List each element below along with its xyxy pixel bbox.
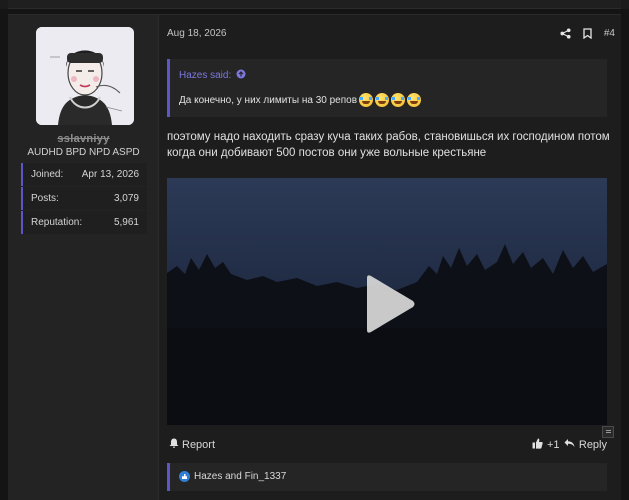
message-text: поэтому надо находить сразу куча таких р… bbox=[167, 131, 610, 159]
rolling-laughing-emoji bbox=[407, 93, 422, 107]
reply-icon bbox=[564, 438, 575, 451]
resize-handle[interactable] bbox=[602, 426, 614, 438]
stat-joined: Joined: Apr 13, 2026 bbox=[21, 163, 147, 186]
avatar[interactable] bbox=[36, 27, 134, 125]
rolling-laughing-emoji bbox=[359, 93, 374, 107]
report-button[interactable]: Report bbox=[169, 438, 215, 451]
reply-button[interactable]: Reply bbox=[564, 438, 607, 451]
report-label[interactable]: Report bbox=[182, 439, 215, 451]
like-reaction-icon bbox=[179, 471, 190, 482]
stat-label: Posts: bbox=[31, 193, 59, 204]
user-info-panel: sslavniyy AUDHD BPD NPD ASPD Joined: Apr… bbox=[8, 15, 159, 500]
react-button[interactable]: +1 bbox=[532, 438, 560, 452]
stat-value: Apr 13, 2026 bbox=[81, 169, 139, 180]
stat-value: 3,079 bbox=[113, 193, 139, 204]
post-actions: #4 bbox=[560, 26, 615, 40]
quote-block: Hazes said: Да конечно, у них лимиты на … bbox=[167, 59, 607, 117]
stat-posts: Posts: 3,079 bbox=[21, 187, 147, 210]
rolling-laughing-emoji bbox=[391, 93, 406, 107]
previous-post-edge bbox=[0, 0, 629, 9]
reactions-summary[interactable]: Hazes and Fin_1337 bbox=[167, 463, 607, 491]
bell-icon bbox=[169, 438, 179, 451]
user-stats: Joined: Apr 13, 2026 Posts: 3,079 Reputa… bbox=[21, 163, 147, 235]
stat-reputation: Reputation: 5,961 bbox=[21, 211, 147, 234]
bookmark-icon[interactable] bbox=[583, 27, 592, 39]
reactions-text[interactable]: Hazes and Fin_1337 bbox=[194, 471, 286, 482]
arrow-up-circle-icon[interactable] bbox=[236, 69, 246, 82]
thumbs-up-icon[interactable] bbox=[532, 438, 543, 452]
quote-author-link[interactable]: Hazes said: bbox=[179, 69, 246, 82]
post-number-link[interactable]: #4 bbox=[604, 28, 615, 39]
stat-value: 5,961 bbox=[113, 217, 139, 228]
username[interactable]: sslavniyy bbox=[8, 133, 159, 145]
quote-body: Да конечно, у них лимиты на 30 репов bbox=[179, 93, 422, 107]
reply-label[interactable]: Reply bbox=[579, 439, 607, 451]
rolling-laughing-emoji bbox=[375, 93, 390, 107]
user-title: AUDHD BPD NPD ASPD bbox=[27, 147, 140, 158]
react-label[interactable]: +1 bbox=[547, 439, 560, 451]
share-icon[interactable] bbox=[560, 27, 571, 39]
quote-author[interactable]: Hazes said: bbox=[179, 70, 231, 81]
message-column: Aug 18, 2026 #4 Hazes said: Да конечно, … bbox=[167, 15, 615, 500]
stat-label: Joined: bbox=[31, 169, 64, 180]
post-date[interactable]: Aug 18, 2026 bbox=[167, 28, 227, 39]
video-player[interactable] bbox=[167, 178, 607, 425]
quote-text: Да конечно, у них лимиты на 30 репов bbox=[179, 94, 358, 106]
play-icon[interactable] bbox=[363, 274, 417, 339]
stat-label: Reputation: bbox=[31, 217, 83, 228]
post-footer: Report +1 Reply bbox=[167, 438, 607, 454]
post-container: sslavniyy AUDHD BPD NPD ASPD Joined: Apr… bbox=[8, 14, 621, 500]
